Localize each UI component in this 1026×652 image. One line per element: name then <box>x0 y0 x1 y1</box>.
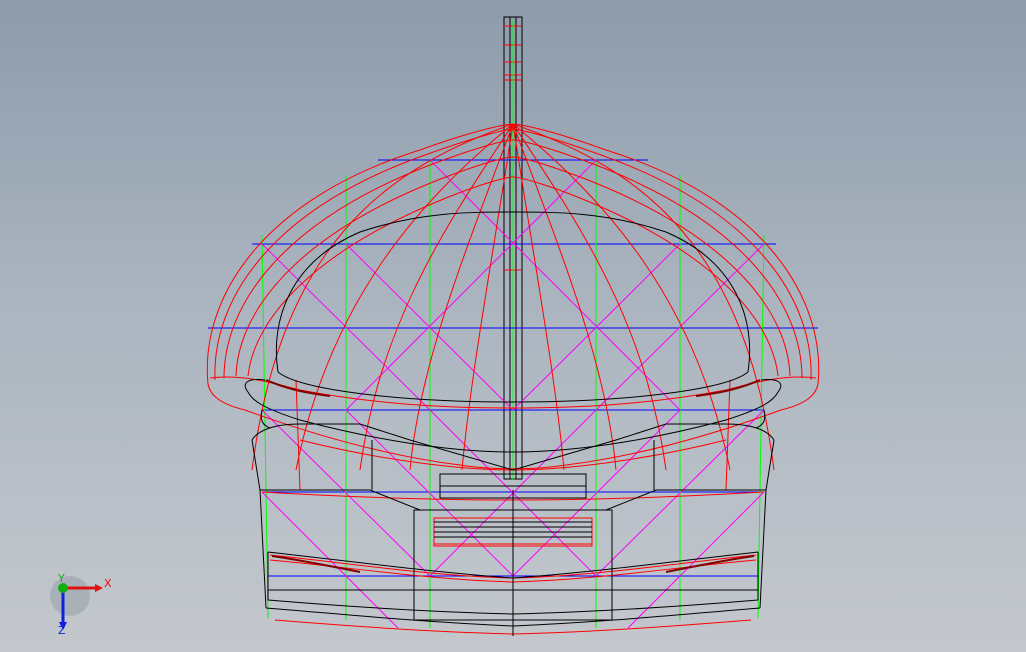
coordinate-triad: X Y Z <box>50 572 112 637</box>
z-axis-label: Z <box>58 624 66 637</box>
x-axis-label: X <box>104 577 112 590</box>
graphics-viewport[interactable]: X Y Z <box>0 0 1026 652</box>
y-axis-label: Y <box>57 572 65 585</box>
